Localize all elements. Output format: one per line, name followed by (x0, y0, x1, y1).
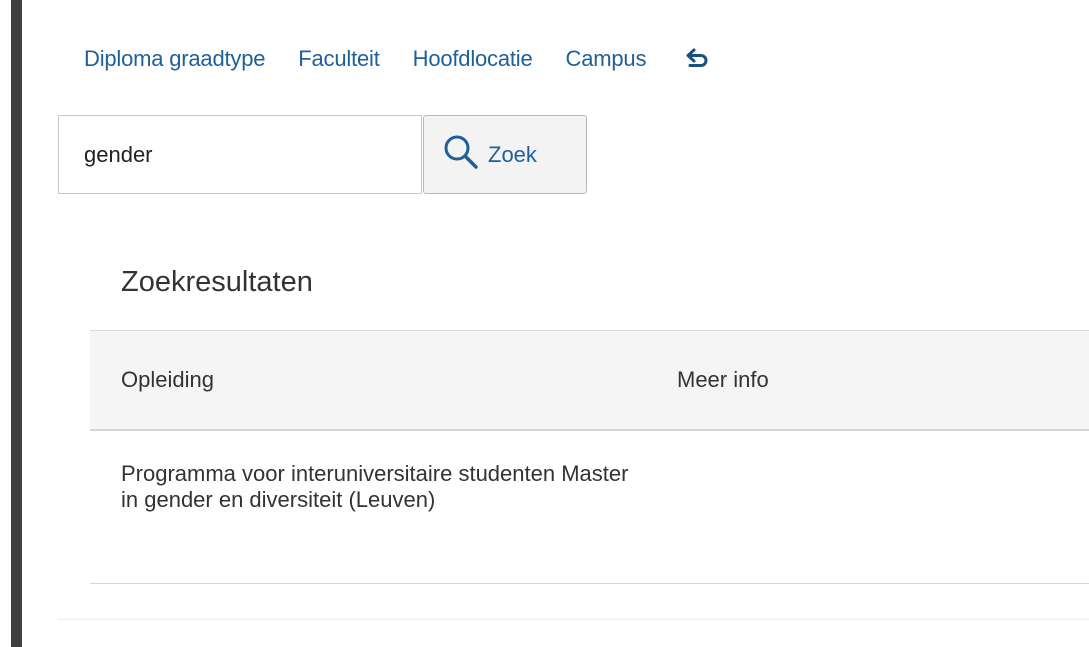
filter-hoofdlocatie[interactable]: Hoofdlocatie (413, 46, 533, 72)
row-divider (90, 583, 1089, 584)
column-header-opleiding: Opleiding (121, 367, 214, 392)
filter-nav: Diploma graadtype Faculteit Hoofdlocatie… (84, 44, 711, 74)
search-input[interactable] (58, 115, 422, 194)
results-table-header: Opleiding Meer info (90, 331, 1089, 429)
filter-campus[interactable]: Campus (566, 46, 647, 72)
filter-faculteit[interactable]: Faculteit (298, 46, 380, 72)
table-row: Programma voor interuniversitaire studen… (90, 431, 1089, 583)
search-button-label: Zoek (488, 141, 537, 167)
results-title: Zoekresultaten (121, 266, 313, 298)
search-button[interactable]: Zoek (423, 115, 587, 194)
left-accent-bar (11, 0, 22, 647)
search-icon (442, 133, 480, 176)
row-program-name: Programma voor interuniversitaire studen… (121, 461, 629, 512)
column-header-meer-info: Meer info (677, 367, 769, 392)
section-divider (58, 619, 1089, 620)
undo-arrow-icon[interactable] (685, 46, 711, 72)
filter-diploma-graadtype[interactable]: Diploma graadtype (84, 46, 265, 72)
